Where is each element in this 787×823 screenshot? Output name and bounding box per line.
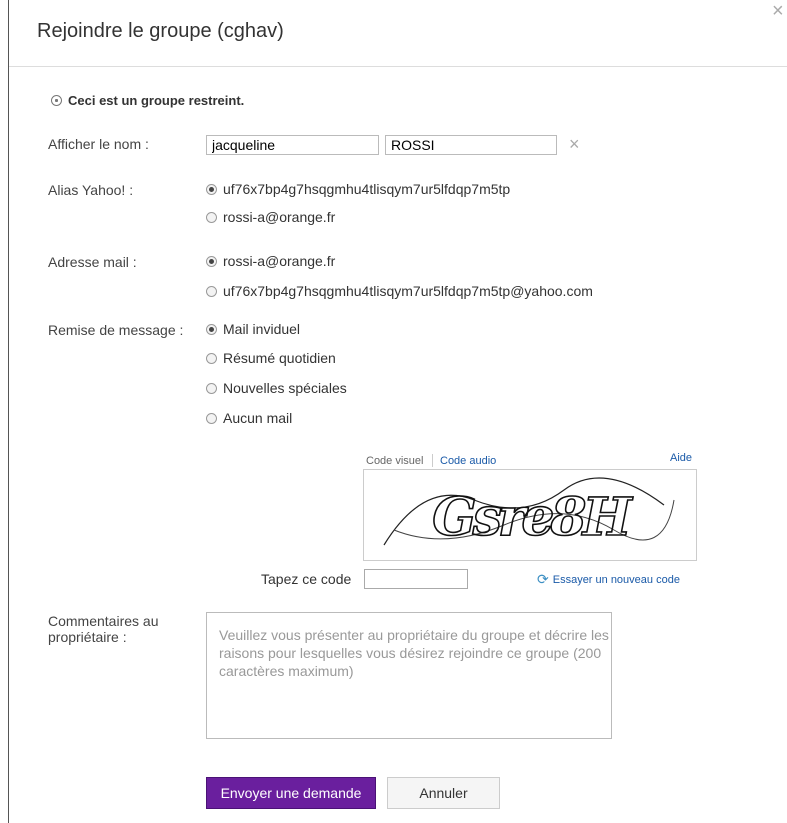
radio-icon[interactable] [206, 412, 217, 424]
restricted-notice-text: Ceci est un groupe restreint. [68, 93, 245, 108]
delivery-option-2-text: Résumé quotidien [223, 350, 336, 366]
email-option-1-text: rossi-a@orange.fr [223, 253, 336, 269]
comments-label-line1: Commentaires au [48, 613, 159, 629]
new-code-text[interactable]: Essayer un nouveau code [553, 574, 680, 586]
last-name-field[interactable] [385, 135, 557, 155]
tab-audio-code[interactable]: Code audio [440, 455, 496, 467]
radio-selected-icon[interactable] [206, 183, 217, 195]
delivery-option-3[interactable]: Nouvelles spéciales [206, 380, 347, 396]
alias-label: Alias Yahoo! : [48, 182, 134, 198]
cancel-button[interactable]: Annuler [387, 777, 500, 809]
email-option-2[interactable]: uf76x7bp4g7hsqgmhu4tlisqym7ur5lfdqp7m5tp… [206, 283, 593, 299]
alias-option-2[interactable]: rossi-a@orange.fr [206, 209, 335, 225]
delivery-option-4-text: Aucun mail [223, 410, 293, 426]
tab-separator [432, 454, 433, 467]
join-group-dialog: Rejoindre le groupe (cghav) × Ceci est u… [9, 0, 787, 823]
alias-option-2-text: rossi-a@orange.fr [223, 209, 336, 225]
email-option-1[interactable]: rossi-a@orange.fr [206, 253, 335, 269]
email-option-2-text: uf76x7bp4g7hsqgmhu4tlisqym7ur5lfdqp7m5tp… [223, 283, 593, 299]
tab-visual-code[interactable]: Code visuel [366, 455, 423, 467]
first-name-field[interactable] [206, 135, 379, 155]
delivery-option-1[interactable]: Mail inviduel [206, 321, 300, 337]
captcha-graphic: Gsre8H [383, 477, 675, 549]
radio-selected-icon[interactable] [206, 255, 217, 267]
captcha-text: Gsre8H [432, 487, 633, 548]
radio-icon[interactable] [206, 285, 217, 297]
email-label: Adresse mail : [48, 254, 137, 270]
radio-icon[interactable] [206, 352, 217, 364]
delivery-option-3-text: Nouvelles spéciales [223, 380, 347, 396]
captcha-code-label: Tapez ce code [261, 571, 352, 587]
send-request-button[interactable]: Envoyer une demande [206, 777, 376, 809]
dialog-title: Rejoindre le groupe (cghav) [37, 20, 284, 42]
refresh-icon[interactable]: ⟳ [537, 571, 549, 588]
alias-option-1-text: uf76x7bp4g7hsqgmhu4tlisqym7ur5lfdqp7m5tp [223, 181, 511, 197]
title-divider [9, 66, 787, 67]
restricted-notice: Ceci est un groupe restreint. [51, 93, 244, 108]
lock-icon [51, 95, 62, 106]
captcha-code-input[interactable] [364, 569, 468, 589]
captcha-image: Gsre8H [363, 469, 697, 561]
delivery-option-4[interactable]: Aucun mail [206, 410, 292, 426]
clear-name-icon[interactable]: × [569, 134, 580, 155]
alias-option-1[interactable]: uf76x7bp4g7hsqgmhu4tlisqym7ur5lfdqp7m5tp [206, 181, 510, 197]
close-icon[interactable]: × [772, 0, 784, 23]
new-code-link[interactable]: ⟳ Essayer un nouveau code [537, 571, 680, 588]
comments-label: Commentaires au propriétaire : [48, 613, 159, 645]
radio-icon[interactable] [206, 382, 217, 394]
radio-icon[interactable] [206, 211, 217, 223]
display-name-label: Afficher le nom : [48, 136, 149, 152]
delivery-option-2[interactable]: Résumé quotidien [206, 350, 336, 366]
captcha-help-link[interactable]: Aide [670, 452, 692, 464]
delivery-label: Remise de message : [48, 322, 184, 338]
radio-selected-icon[interactable] [206, 323, 217, 335]
comments-textarea[interactable]: Veuillez vous présenter au propriétaire … [206, 612, 612, 739]
delivery-option-1-text: Mail inviduel [223, 321, 301, 337]
comments-label-line2: propriétaire : [48, 629, 127, 645]
